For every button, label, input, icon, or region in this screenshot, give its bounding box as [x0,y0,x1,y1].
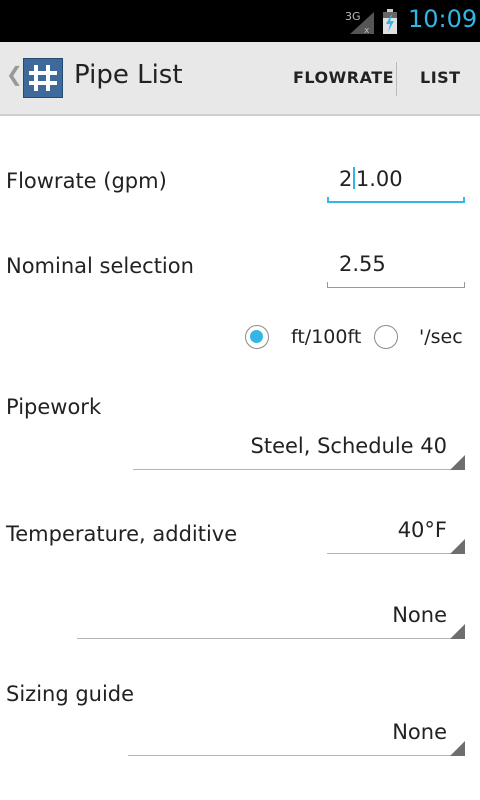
temperature-spinner[interactable]: 40°F [327,514,465,554]
dropdown-arrow-icon [450,455,465,470]
list-button[interactable]: LIST [420,42,461,114]
signal-icon: x [350,12,374,34]
pipework-spinner[interactable]: Steel, Schedule 40 [133,430,465,470]
text-cursor [353,167,355,189]
up-caret-icon[interactable]: ❮ [6,62,23,86]
unit-radio-ftsec[interactable] [374,325,398,349]
temperature-value: 40°F [397,518,447,542]
nominal-selection-field[interactable]: 2.55 [327,248,465,288]
page-title: Pipe List [74,60,183,90]
flowrate-value-part2: 1.00 [355,167,403,191]
action-bar: ❮ Pipe List FLOWRATE LIST [0,42,480,116]
pipework-label: Pipework [6,395,102,419]
action-divider [396,62,397,96]
clock: 10:09 [408,5,478,33]
sizing-guide-spinner[interactable]: None [128,716,465,756]
sizing-guide-value: None [392,720,447,744]
temperature-label: Temperature, additive [6,522,238,546]
nominal-selection-value: 2.55 [339,252,386,276]
dropdown-arrow-icon [450,741,465,756]
flowrate-field[interactable]: 2 1.00 [327,163,465,203]
additive-spinner[interactable]: None [77,599,465,639]
dropdown-arrow-icon [450,539,465,554]
nominal-selection-label: Nominal selection [6,254,194,278]
flowrate-value-part1: 2 [339,167,353,191]
sizing-guide-label: Sizing guide [6,682,135,706]
app-logo-icon[interactable] [23,58,63,98]
flowrate-button[interactable]: FLOWRATE [293,42,394,114]
dropdown-arrow-icon [450,624,465,639]
unit-radio-ft100ft[interactable] [245,325,269,349]
svg-text:x: x [364,26,370,34]
pipework-value: Steel, Schedule 40 [250,434,448,458]
battery-charging-icon [383,9,397,34]
unit-label-ftsec: '/sec [419,326,463,348]
flowrate-label: Flowrate (gpm) [6,169,167,193]
status-bar: 3G x 10:09 [0,0,480,42]
unit-label-ft100ft: ft/100ft [291,326,362,348]
additive-value: None [392,603,447,627]
